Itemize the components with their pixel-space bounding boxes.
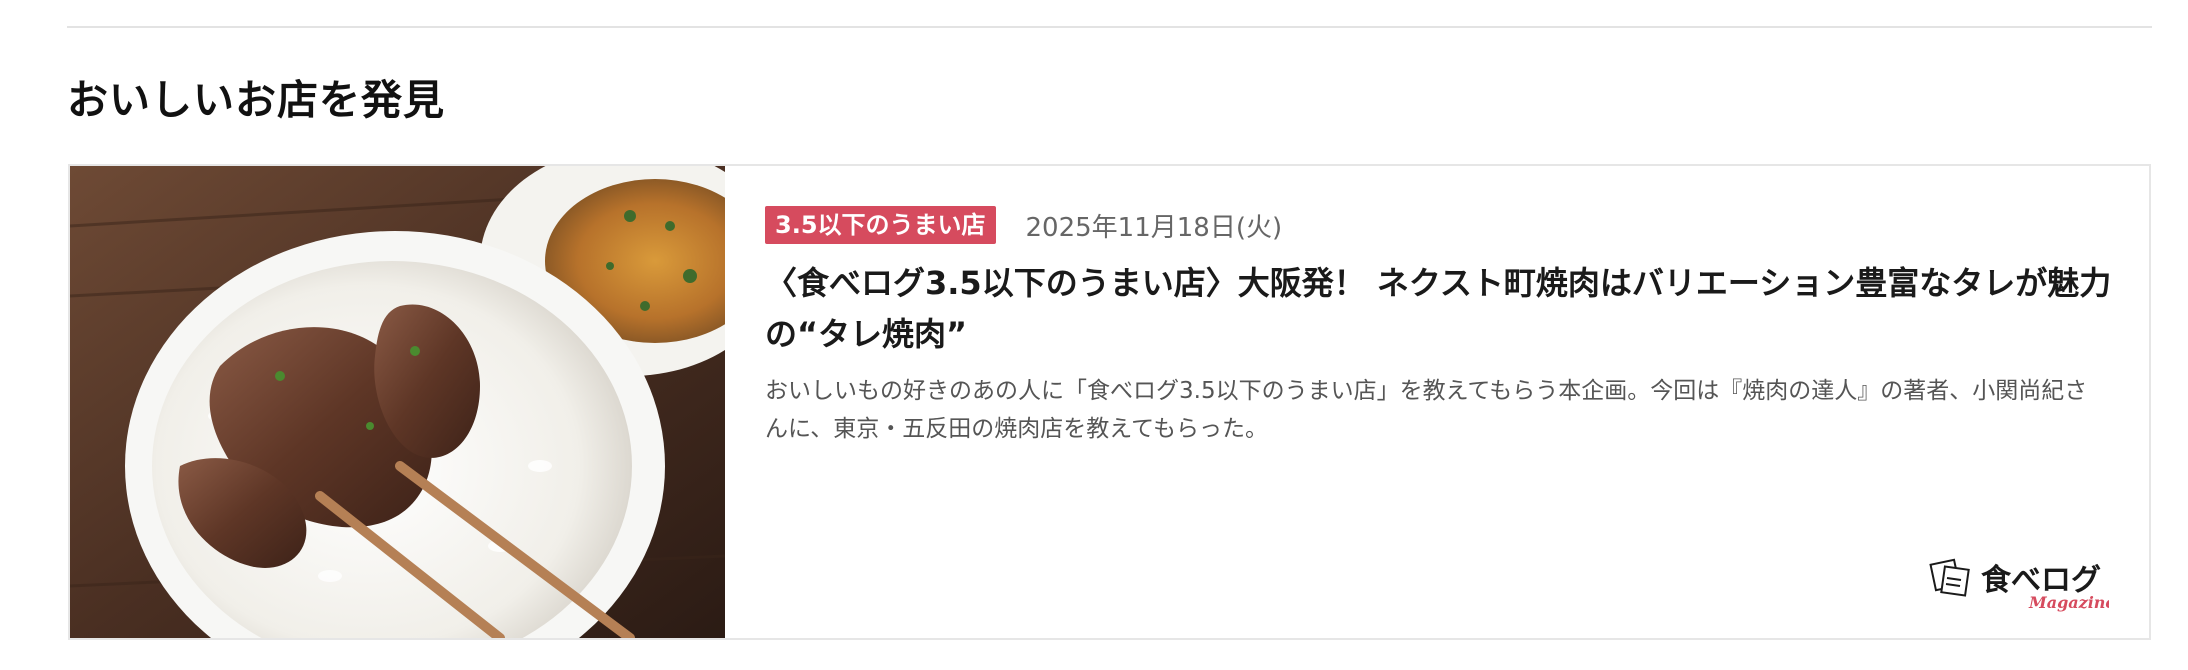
tabelog-magazine-logo: 食べログ Magazine: [1929, 552, 2116, 612]
section-title: おいしいお店を発見: [67, 76, 445, 124]
brand-sub: Magazine: [2028, 593, 2109, 612]
food-photo-icon: [70, 166, 725, 638]
article-title[interactable]: 〈食べログ3.5以下のうまい店〉大阪発！ ネクスト町焼肉はバリエーション豊富なタ…: [765, 258, 2125, 360]
article-thumbnail[interactable]: [70, 166, 725, 638]
category-badge[interactable]: 3.5以下のうまい店: [765, 206, 996, 244]
article-excerpt: おいしいもの好きのあの人に「食べログ3.5以下のうまい店」を教えてもらう本企画。…: [765, 378, 2088, 442]
article-meta: 3.5以下のうまい店 2025年11月18日(火): [765, 206, 1282, 244]
section-divider: [67, 26, 2152, 28]
article-card[interactable]: 3.5以下のうまい店 2025年11月18日(火) 〈食べログ3.5以下のうまい…: [68, 164, 2151, 640]
tabelog-magazine-logo-icon: 食べログ Magazine: [1929, 558, 2116, 612]
publish-date: 2025年11月18日(火): [1025, 212, 1283, 243]
